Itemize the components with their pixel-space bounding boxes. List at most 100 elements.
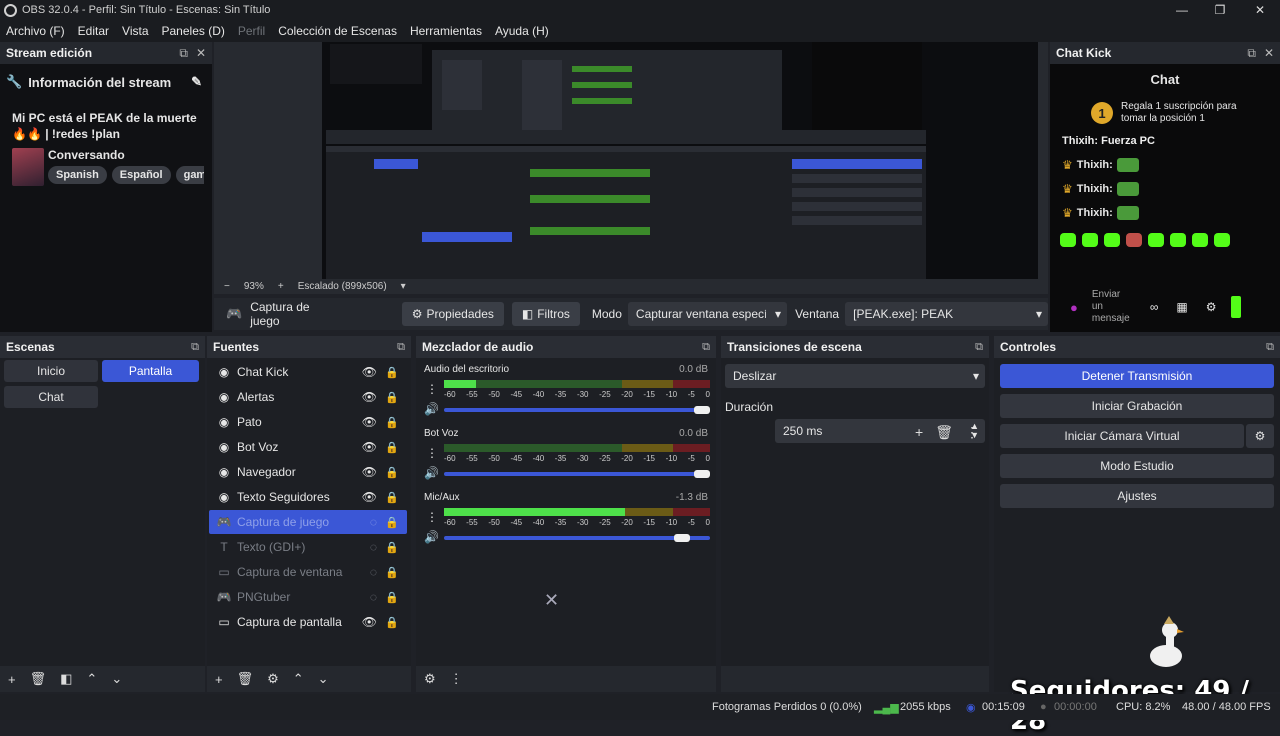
emote-icon[interactable] — [1104, 233, 1120, 247]
close-dock-icon[interactable]: ✕ — [196, 46, 206, 61]
down-arrow-icon[interactable]: ⌄ — [318, 671, 329, 687]
source-item[interactable]: ◉ Texto Seguidores 👁 🔒 — [209, 485, 407, 509]
lock-icon[interactable]: 🔒 — [385, 416, 399, 429]
add-icon[interactable]: + — [915, 424, 923, 441]
menu-coleccion-escenas[interactable]: Colección de Escenas — [278, 24, 397, 38]
trash-icon[interactable]: 🗑 — [935, 424, 953, 441]
undock-icon[interactable]: ⧉ — [191, 341, 199, 354]
source-item[interactable]: ▭ Captura de pantalla 👁 🔒 — [209, 610, 407, 634]
minimize-button[interactable]: — — [1162, 0, 1202, 20]
eye-hidden-icon[interactable]: ◌ — [370, 590, 377, 604]
down-arrow-icon[interactable]: ⌄ — [111, 671, 122, 687]
menu-paneles[interactable]: Paneles (D) — [162, 24, 225, 38]
up-arrow-icon[interactable]: ⌃ — [86, 671, 97, 687]
more-menu-icon[interactable]: ⋮ — [450, 671, 463, 687]
menu-herramientas[interactable]: Herramientas — [410, 24, 482, 38]
zoom-in-button[interactable]: + — [278, 281, 284, 292]
gift-banner[interactable]: 1 Regala 1 suscripción para tomar la pos… — [1050, 101, 1280, 125]
add-icon[interactable]: + — [8, 672, 16, 687]
emote-icon[interactable] — [1192, 233, 1208, 247]
menu-editar[interactable]: Editar — [78, 24, 109, 38]
store-icon[interactable]: ▦ — [1176, 300, 1187, 314]
emote-icon[interactable] — [1148, 233, 1164, 247]
menu-vista[interactable]: Vista — [122, 24, 148, 38]
undock-icon[interactable]: ⧉ — [975, 341, 983, 354]
scene-item-inicio[interactable]: Inicio — [4, 360, 98, 382]
emote-icon[interactable] — [1060, 233, 1076, 247]
undock-icon[interactable]: ⧉ — [179, 46, 188, 61]
add-icon[interactable]: + — [215, 672, 223, 687]
more-menu-icon[interactable]: ⋮ — [426, 510, 438, 524]
mode-select[interactable]: Capturar ventana específ ▾ — [627, 302, 788, 326]
source-item[interactable]: 🎮 PNGtuber ◌ 🔒 — [209, 585, 407, 609]
virtual-camera-settings-button[interactable]: ⚙ — [1246, 424, 1274, 448]
speaker-icon[interactable]: 🔊 — [424, 402, 439, 416]
maximize-button[interactable]: ❐ — [1200, 0, 1240, 20]
send-button[interactable] — [1230, 296, 1241, 318]
filters-button[interactable]: ◧ Filtros — [511, 302, 580, 326]
close-button[interactable]: ✕ — [1240, 0, 1280, 20]
source-item-selected[interactable]: 🎮 Captura de juego ◌ 🔒 — [209, 510, 407, 534]
menu-ayuda[interactable]: Ayuda (H) — [495, 24, 549, 38]
eye-hidden-icon[interactable]: ◌ — [370, 515, 377, 529]
source-item[interactable]: ◉ Pato 👁 🔒 — [209, 410, 407, 434]
scene-item-chat[interactable]: Chat — [4, 386, 98, 408]
eye-icon[interactable]: 👁 — [362, 390, 377, 404]
lock-icon[interactable]: 🔒 — [385, 616, 399, 629]
start-recording-button[interactable]: Iniciar Grabación — [1000, 394, 1274, 418]
eye-hidden-icon[interactable]: ◌ — [370, 540, 377, 554]
lock-icon[interactable]: 🔒 — [385, 391, 399, 404]
chat-input[interactable]: Enviar un mensaje — [1092, 289, 1132, 325]
lock-icon[interactable]: 🔒 — [385, 591, 399, 604]
lock-icon[interactable]: 🔒 — [385, 566, 399, 579]
eye-icon[interactable]: 👁 — [362, 365, 377, 379]
emote-icon[interactable] — [1126, 233, 1142, 247]
close-dock-icon[interactable]: ✕ — [1264, 46, 1274, 61]
undock-icon[interactable]: ⧉ — [702, 341, 710, 354]
undock-icon[interactable]: ⧉ — [1247, 46, 1256, 61]
start-virtual-camera-button[interactable]: Iniciar Cámara Virtual — [1000, 424, 1244, 448]
up-arrow-icon[interactable]: ⌃ — [293, 671, 304, 687]
lock-icon[interactable]: 🔒 — [385, 466, 399, 479]
eye-icon[interactable]: 👁 — [362, 615, 377, 629]
edit-pencil-icon[interactable]: ✎ — [191, 74, 202, 90]
zoom-out-button[interactable]: − — [224, 281, 230, 292]
settings-icon[interactable]: ⚙ — [1206, 300, 1217, 314]
emote-icon[interactable] — [1082, 233, 1098, 247]
scene-item-pantalla[interactable]: Pantalla — [102, 360, 199, 382]
settings-button[interactable]: Ajustes — [1000, 484, 1274, 508]
source-item[interactable]: ◉ Navegador 👁 🔒 — [209, 460, 407, 484]
stop-stream-button[interactable]: Detener Transmisión — [1000, 364, 1274, 388]
properties-button[interactable]: ⚙ Propiedades — [401, 302, 504, 326]
filter-icon[interactable]: ◧ — [60, 671, 72, 687]
volume-slider[interactable] — [444, 406, 710, 414]
advanced-audio-icon[interactable]: ⚙ — [424, 671, 436, 687]
mic-icon[interactable]: ● — [1070, 300, 1078, 315]
volume-knob[interactable] — [694, 406, 710, 414]
eye-icon[interactable]: 👁 — [362, 440, 377, 454]
lock-icon[interactable]: 🔒 — [385, 516, 399, 529]
menu-perfil[interactable]: Perfil — [238, 24, 265, 38]
eye-hidden-icon[interactable]: ◌ — [370, 565, 377, 579]
eye-icon[interactable]: 👁 — [362, 415, 377, 429]
emote-picker-icon[interactable]: ∞ — [1150, 300, 1159, 314]
lock-icon[interactable]: 🔒 — [385, 366, 399, 379]
preview-capture[interactable] — [322, 42, 1038, 279]
more-menu-icon[interactable]: ⋮ — [965, 424, 979, 441]
eye-icon[interactable]: 👁 — [362, 490, 377, 504]
speaker-icon[interactable]: 🔊 — [424, 466, 439, 480]
lock-icon[interactable]: 🔒 — [385, 441, 399, 454]
undock-icon[interactable]: ⧉ — [1266, 341, 1274, 354]
lock-icon[interactable]: 🔒 — [385, 541, 399, 554]
trash-icon[interactable]: 🗑 — [237, 671, 254, 687]
source-item[interactable]: ◉ Chat Kick 👁 🔒 — [209, 360, 407, 384]
volume-slider[interactable] — [444, 534, 710, 542]
emote-icon[interactable] — [1170, 233, 1186, 247]
gear-icon[interactable]: ⚙ — [267, 671, 279, 687]
lock-icon[interactable]: 🔒 — [385, 491, 399, 504]
undock-icon[interactable]: ⧉ — [397, 341, 405, 354]
source-item[interactable]: ◉ Bot Voz 👁 🔒 — [209, 435, 407, 459]
source-item[interactable]: T Texto (GDI+) ◌ 🔒 — [209, 535, 407, 559]
studio-mode-button[interactable]: Modo Estudio — [1000, 454, 1274, 478]
transition-type-select[interactable]: Deslizar ▾ — [725, 364, 985, 388]
